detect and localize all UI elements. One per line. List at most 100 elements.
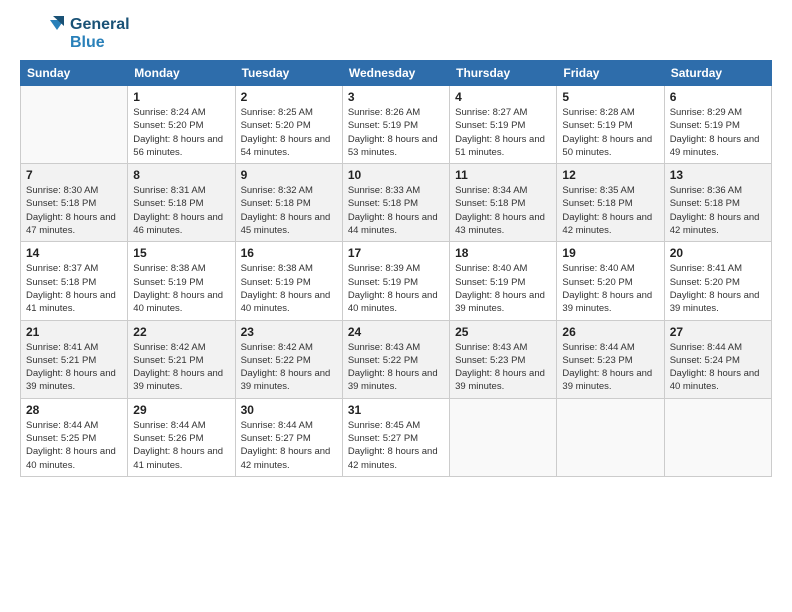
calendar-cell: 19 Sunrise: 8:40 AMSunset: 5:20 PMDayligh… xyxy=(557,242,664,320)
calendar-cell: 21Sunrise: 8:41 AMSunset: 5:21 PMDayligh… xyxy=(21,320,128,398)
day-info: Sunrise: 8:28 AMSunset: 5:19 PMDaylight:… xyxy=(562,106,658,159)
logo-general: General xyxy=(70,16,130,34)
calendar-cell: 2 Sunrise: 8:25 AMSunset: 5:20 PMDaylight… xyxy=(235,86,342,164)
col-header-thursday: Thursday xyxy=(450,61,557,86)
day-number: 7 xyxy=(26,168,122,182)
calendar-cell: 17 Sunrise: 8:39 AMSunset: 5:19 PMDayligh… xyxy=(342,242,449,320)
day-number: 16 xyxy=(241,246,337,260)
day-number: 10 xyxy=(348,168,444,182)
calendar-cell: 9 Sunrise: 8:32 AMSunset: 5:18 PMDaylight… xyxy=(235,164,342,242)
col-header-saturday: Saturday xyxy=(664,61,771,86)
calendar-week-row: 14 Sunrise: 8:37 AMSunset: 5:18 PMDayligh… xyxy=(21,242,772,320)
day-info: Sunrise: 8:34 AMSunset: 5:18 PMDaylight:… xyxy=(455,184,551,237)
day-info: Sunrise: 8:32 AMSunset: 5:18 PMDaylight:… xyxy=(241,184,337,237)
day-number: 13 xyxy=(670,168,766,182)
calendar-cell: 23Sunrise: 8:42 AMSunset: 5:22 PMDayligh… xyxy=(235,320,342,398)
calendar-cell: 24Sunrise: 8:43 AMSunset: 5:22 PMDayligh… xyxy=(342,320,449,398)
day-info: Sunrise: 8:30 AMSunset: 5:18 PMDaylight:… xyxy=(26,184,122,237)
day-number: 14 xyxy=(26,246,122,260)
calendar-header-row: SundayMondayTuesdayWednesdayThursdayFrid… xyxy=(21,61,772,86)
day-info: Sunrise: 8:38 AMSunset: 5:19 PMDaylight:… xyxy=(241,262,337,315)
day-number: 22 xyxy=(133,325,229,339)
calendar-week-row: 21Sunrise: 8:41 AMSunset: 5:21 PMDayligh… xyxy=(21,320,772,398)
calendar-cell: 20 Sunrise: 8:41 AMSunset: 5:20 PMDayligh… xyxy=(664,242,771,320)
calendar-cell xyxy=(21,86,128,164)
day-info: Sunrise: 8:44 AMSunset: 5:26 PMDaylight:… xyxy=(133,419,229,472)
day-number: 31 xyxy=(348,403,444,417)
day-info: Sunrise: 8:25 AMSunset: 5:20 PMDaylight:… xyxy=(241,106,337,159)
day-info: Sunrise: 8:27 AMSunset: 5:19 PMDaylight:… xyxy=(455,106,551,159)
calendar-cell: 25 Sunrise: 8:43 AMSunset: 5:23 PMDayligh… xyxy=(450,320,557,398)
calendar-cell: 5 Sunrise: 8:28 AMSunset: 5:19 PMDaylight… xyxy=(557,86,664,164)
col-header-sunday: Sunday xyxy=(21,61,128,86)
day-info: Sunrise: 8:41 AMSunset: 5:20 PMDaylight:… xyxy=(670,262,766,315)
calendar-cell: 30 Sunrise: 8:44 AMSunset: 5:27 PMDayligh… xyxy=(235,398,342,476)
calendar-cell: 28 Sunrise: 8:44 AMSunset: 5:25 PMDayligh… xyxy=(21,398,128,476)
day-number: 28 xyxy=(26,403,122,417)
logo: GeneralBlue xyxy=(20,16,130,52)
day-number: 15 xyxy=(133,246,229,260)
calendar-cell: 4 Sunrise: 8:27 AMSunset: 5:19 PMDaylight… xyxy=(450,86,557,164)
calendar-cell: 15Sunrise: 8:38 AMSunset: 5:19 PMDayligh… xyxy=(128,242,235,320)
calendar-week-row: 28 Sunrise: 8:44 AMSunset: 5:25 PMDayligh… xyxy=(21,398,772,476)
day-info: Sunrise: 8:45 AMSunset: 5:27 PMDaylight:… xyxy=(348,419,444,472)
calendar-week-row: 1Sunrise: 8:24 AMSunset: 5:20 PMDaylight… xyxy=(21,86,772,164)
calendar-cell: 11Sunrise: 8:34 AMSunset: 5:18 PMDayligh… xyxy=(450,164,557,242)
calendar-cell: 31 Sunrise: 8:45 AMSunset: 5:27 PMDayligh… xyxy=(342,398,449,476)
day-info: Sunrise: 8:42 AMSunset: 5:21 PMDaylight:… xyxy=(133,341,229,394)
col-header-tuesday: Tuesday xyxy=(235,61,342,86)
day-number: 20 xyxy=(670,246,766,260)
calendar-cell xyxy=(557,398,664,476)
day-info: Sunrise: 8:36 AMSunset: 5:18 PMDaylight:… xyxy=(670,184,766,237)
day-info: Sunrise: 8:40 AMSunset: 5:19 PMDaylight:… xyxy=(455,262,551,315)
logo-blue: Blue xyxy=(70,34,130,52)
day-info: Sunrise: 8:43 AMSunset: 5:23 PMDaylight:… xyxy=(455,341,551,394)
day-info: Sunrise: 8:35 AMSunset: 5:18 PMDaylight:… xyxy=(562,184,658,237)
day-number: 19 xyxy=(562,246,658,260)
day-info: Sunrise: 8:31 AMSunset: 5:18 PMDaylight:… xyxy=(133,184,229,237)
col-header-monday: Monday xyxy=(128,61,235,86)
calendar-cell: 29 Sunrise: 8:44 AMSunset: 5:26 PMDayligh… xyxy=(128,398,235,476)
day-number: 9 xyxy=(241,168,337,182)
day-number: 3 xyxy=(348,90,444,104)
day-number: 4 xyxy=(455,90,551,104)
calendar-week-row: 7 Sunrise: 8:30 AMSunset: 5:18 PMDaylight… xyxy=(21,164,772,242)
day-number: 21 xyxy=(26,325,122,339)
calendar-cell: 3Sunrise: 8:26 AMSunset: 5:19 PMDaylight… xyxy=(342,86,449,164)
day-number: 25 xyxy=(455,325,551,339)
calendar-cell: 6Sunrise: 8:29 AMSunset: 5:19 PMDaylight… xyxy=(664,86,771,164)
day-number: 29 xyxy=(133,403,229,417)
calendar-cell: 22 Sunrise: 8:42 AMSunset: 5:21 PMDayligh… xyxy=(128,320,235,398)
calendar-cell: 12 Sunrise: 8:35 AMSunset: 5:18 PMDayligh… xyxy=(557,164,664,242)
calendar-cell: 10 Sunrise: 8:33 AMSunset: 5:18 PMDayligh… xyxy=(342,164,449,242)
day-number: 17 xyxy=(348,246,444,260)
day-number: 8 xyxy=(133,168,229,182)
calendar-cell: 7 Sunrise: 8:30 AMSunset: 5:18 PMDaylight… xyxy=(21,164,128,242)
calendar-cell: 1Sunrise: 8:24 AMSunset: 5:20 PMDaylight… xyxy=(128,86,235,164)
day-info: Sunrise: 8:44 AMSunset: 5:24 PMDaylight:… xyxy=(670,341,766,394)
header: GeneralBlue xyxy=(20,16,772,52)
calendar-cell: 13 Sunrise: 8:36 AMSunset: 5:18 PMDayligh… xyxy=(664,164,771,242)
day-info: Sunrise: 8:29 AMSunset: 5:19 PMDaylight:… xyxy=(670,106,766,159)
day-info: Sunrise: 8:24 AMSunset: 5:20 PMDaylight:… xyxy=(133,106,229,159)
day-number: 12 xyxy=(562,168,658,182)
day-info: Sunrise: 8:37 AMSunset: 5:18 PMDaylight:… xyxy=(26,262,122,315)
day-number: 5 xyxy=(562,90,658,104)
day-number: 26 xyxy=(562,325,658,339)
day-info: Sunrise: 8:39 AMSunset: 5:19 PMDaylight:… xyxy=(348,262,444,315)
calendar-table: SundayMondayTuesdayWednesdayThursdayFrid… xyxy=(20,60,772,477)
calendar-cell: 26Sunrise: 8:44 AMSunset: 5:23 PMDayligh… xyxy=(557,320,664,398)
calendar-cell: 18Sunrise: 8:40 AMSunset: 5:19 PMDayligh… xyxy=(450,242,557,320)
day-info: Sunrise: 8:44 AMSunset: 5:25 PMDaylight:… xyxy=(26,419,122,472)
day-info: Sunrise: 8:44 AMSunset: 5:27 PMDaylight:… xyxy=(241,419,337,472)
day-info: Sunrise: 8:42 AMSunset: 5:22 PMDaylight:… xyxy=(241,341,337,394)
col-header-friday: Friday xyxy=(557,61,664,86)
day-number: 30 xyxy=(241,403,337,417)
logo-svg xyxy=(20,16,64,52)
day-info: Sunrise: 8:40 AMSunset: 5:20 PMDaylight:… xyxy=(562,262,658,315)
day-info: Sunrise: 8:33 AMSunset: 5:18 PMDaylight:… xyxy=(348,184,444,237)
col-header-wednesday: Wednesday xyxy=(342,61,449,86)
calendar-cell: 8 Sunrise: 8:31 AMSunset: 5:18 PMDaylight… xyxy=(128,164,235,242)
day-number: 2 xyxy=(241,90,337,104)
calendar-cell: 14 Sunrise: 8:37 AMSunset: 5:18 PMDayligh… xyxy=(21,242,128,320)
